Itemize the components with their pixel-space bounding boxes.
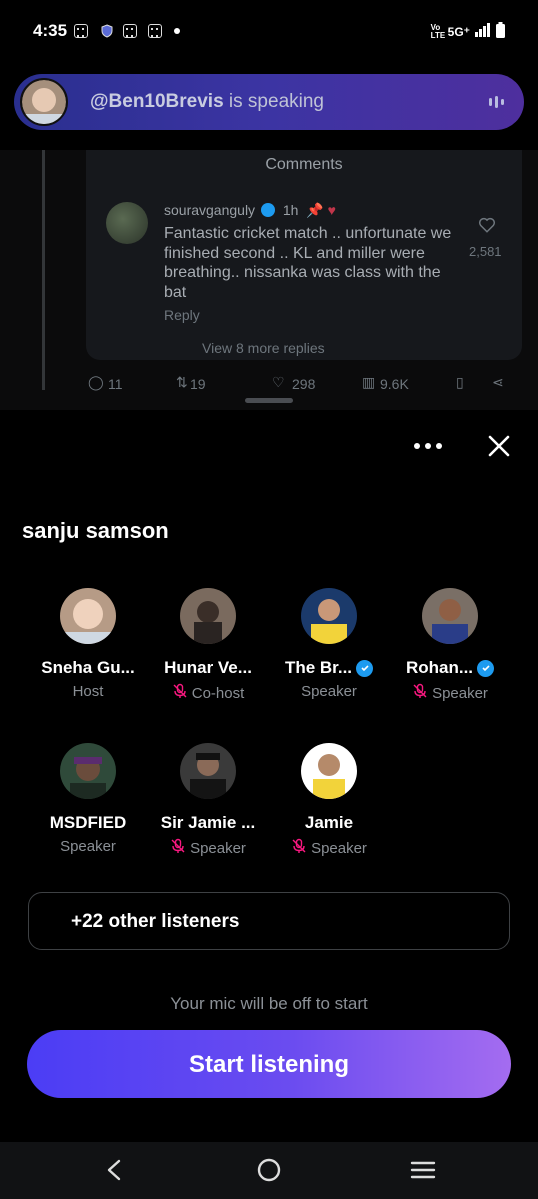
speaking-text: @Ben10Brevis is speaking: [90, 91, 324, 113]
avatar: [60, 588, 116, 644]
participant[interactable]: The Br... Speaker: [269, 588, 389, 700]
views-count: 9.6K: [380, 376, 409, 392]
heart-badge-icon: ♥: [327, 202, 336, 218]
reply-button[interactable]: Reply: [164, 307, 200, 323]
signal-icon: [475, 23, 491, 40]
participant-name: Sneha Gu...: [41, 658, 135, 677]
comment-username[interactable]: souravganguly: [164, 202, 255, 218]
participant-role: Speaker: [432, 684, 488, 702]
mic-muted-icon: [412, 683, 428, 703]
participant[interactable]: Sneha Gu... Host: [28, 588, 148, 700]
status-bar: 4:35 Vo LTE 5G⁺: [0, 0, 538, 62]
participant[interactable]: Jamie Speaker: [269, 743, 389, 858]
participant-name: Rohan...: [405, 658, 474, 677]
recents-icon[interactable]: [410, 1159, 436, 1181]
start-listening-label: Start listening: [188, 1051, 350, 1078]
mic-muted-icon: [172, 683, 188, 703]
views-icon[interactable]: ▥: [362, 374, 375, 391]
verified-icon: [260, 203, 275, 217]
participant-role: Speaker: [301, 683, 357, 700]
participant-name: Sir Jamie ...: [160, 813, 256, 832]
mic-note: Your mic will be off to start: [170, 994, 368, 1013]
participant[interactable]: Sir Jamie ... Speaker: [148, 743, 268, 858]
start-listening-button[interactable]: Start listening: [27, 1030, 511, 1098]
verified-icon: [477, 659, 495, 677]
more-options-button[interactable]: [410, 436, 446, 456]
notification-icon: [148, 24, 162, 38]
notification-icon: [123, 24, 137, 38]
participant[interactable]: Rohan... Speaker: [390, 588, 510, 703]
battery-icon: [496, 22, 505, 41]
avatar: [301, 743, 357, 799]
avatar[interactable]: [106, 202, 148, 244]
comments-title: Comments: [265, 156, 343, 173]
verified-icon: [356, 659, 374, 677]
more-replies-link[interactable]: View 8 more replies: [202, 340, 325, 356]
participant-role: Speaker: [60, 838, 116, 855]
like-icon[interactable]: ♡: [272, 374, 285, 391]
participant-name: MSDFIED: [49, 813, 127, 832]
speaking-banner[interactable]: @Ben10Brevis is speaking: [14, 74, 524, 130]
shield-icon: [100, 24, 114, 38]
comment-header: souravganguly 1h 📌 ♥: [164, 202, 336, 219]
mic-muted-icon: [291, 838, 307, 858]
network-label: 5G⁺: [447, 24, 470, 39]
system-nav-bar: [0, 1142, 538, 1199]
audio-wave-icon: [489, 96, 504, 108]
participant-name: Jamie: [304, 813, 354, 832]
like-icon[interactable]: [478, 216, 496, 234]
repost-count: 19: [190, 376, 206, 392]
thread-line: [42, 150, 45, 390]
dot-icon: [174, 28, 180, 34]
participant-role: Co-host: [191, 684, 245, 702]
notification-icon: [74, 24, 88, 38]
participant-role: Speaker: [190, 839, 246, 857]
post-action-row: ◯ 11 ⇅ 19 ♡ 298 ▥ 9.6K ▯ ⋖: [86, 374, 526, 394]
avatar: [422, 588, 478, 644]
home-icon[interactable]: [256, 1157, 282, 1183]
speaker-handle: @Ben10Brevis: [90, 91, 224, 112]
share-icon[interactable]: ⋖: [492, 374, 504, 391]
space-title: sanju samson: [22, 518, 169, 543]
speaking-suffix: is speaking: [223, 91, 324, 112]
like-count: 298: [292, 376, 316, 392]
volte-label: Vo LTE: [430, 22, 446, 40]
like-count: 2,581: [469, 244, 502, 259]
back-icon[interactable]: [103, 1158, 125, 1182]
space-sheet: sanju samson Sneha Gu... Host Hunar Ve..…: [0, 398, 538, 1142]
avatar: [60, 743, 116, 799]
avatar: [180, 743, 236, 799]
avatar: [180, 588, 236, 644]
mic-muted-icon: [170, 838, 186, 858]
listeners-label: +22 other listeners: [71, 911, 240, 932]
avatar: [301, 588, 357, 644]
status-time: 4:35: [33, 21, 68, 40]
participant[interactable]: MSDFIED Speaker: [28, 743, 148, 855]
reply-icon[interactable]: ◯: [88, 374, 104, 391]
listeners-button[interactable]: +22 other listeners: [28, 892, 510, 950]
reply-count: 11: [108, 376, 123, 392]
participant-name: Hunar Ve...: [164, 658, 252, 677]
comment-text: Fantastic cricket match .. unfortunate w…: [164, 225, 452, 301]
participant-role: Speaker: [311, 839, 367, 857]
bookmark-icon[interactable]: ▯: [456, 374, 464, 391]
status-indicators: Vo LTE 5G⁺: [431, 22, 505, 41]
comments-card[interactable]: Comments souravganguly 1h 📌 ♥ Fantastic …: [86, 150, 522, 360]
repost-icon[interactable]: ⇅: [176, 374, 188, 391]
close-icon[interactable]: [485, 432, 513, 460]
participant-name: The Br...: [284, 658, 353, 677]
sheet-grabber[interactable]: [245, 398, 293, 403]
avatar: [20, 78, 68, 126]
participant-role: Host: [72, 683, 104, 700]
pin-icon: 📌: [306, 202, 324, 218]
comment-time: 1h: [282, 202, 299, 218]
participant[interactable]: Hunar Ve... Co-host: [148, 588, 268, 703]
